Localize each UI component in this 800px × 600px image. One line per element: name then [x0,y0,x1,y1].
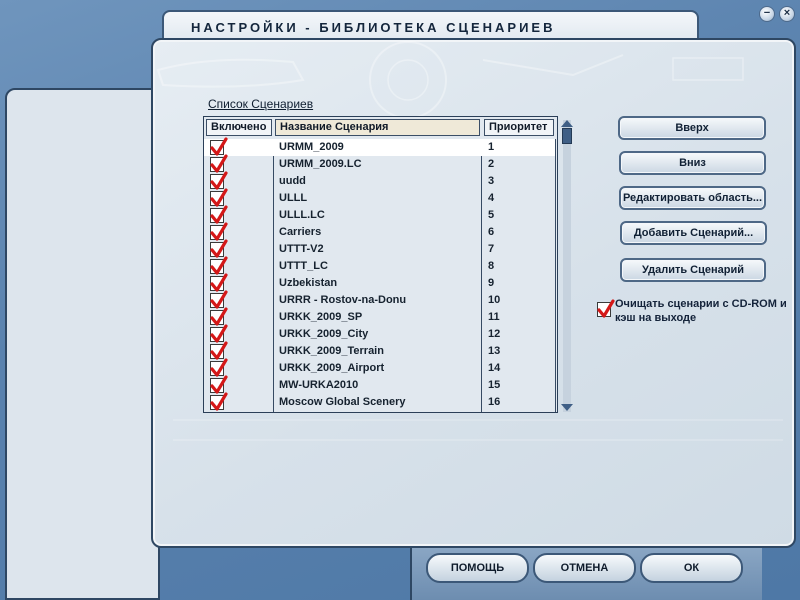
column-header-name[interactable]: Название Сценария [275,119,480,136]
list-body: URMM_2009 1 URMM_2009.LC 2 uudd 3 ULLL 4 ULLL.LC… [204,137,557,412]
scenery-enabled-checkbox[interactable] [210,375,228,394]
scenery-priority: 6 [488,226,495,238]
scenery-priority: 14 [488,362,501,374]
scenery-row[interactable]: UTTT_LC 8 [204,256,555,275]
scrollbar-thumb[interactable] [562,128,572,144]
scenery-priority: 12 [488,328,501,340]
scenery-priority: 1 [488,141,495,153]
scenery-enabled-checkbox[interactable] [210,256,228,275]
scenery-row[interactable]: MW-URKA2010 15 [204,375,555,394]
scenery-row[interactable]: Moscow Global Scenery 16 [204,392,555,411]
check-mark-icon [210,392,228,411]
clear-cdrom-label: Очищать сценарии с CD-ROM и кэш на выход… [615,298,787,324]
scenery-enabled-checkbox[interactable] [210,358,228,377]
column-header-priority[interactable]: Приоритет [484,119,554,136]
move-down-button[interactable]: Вниз [619,151,766,175]
scenery-priority: 4 [488,192,495,204]
scenery-list[interactable]: Включено Название Сценария Приоритет URM… [203,116,558,413]
scenery-row[interactable]: Carriers 6 [204,222,555,241]
window-title: НАСТРОЙКИ - БИБЛИОТЕКА СЦЕНАРИЕВ [191,20,556,35]
scroll-up-arrow-icon[interactable] [559,118,575,128]
scenery-row[interactable]: URRR - Rostov-na-Donu 10 [204,290,555,309]
scenery-name: ULLL [279,192,308,204]
scenery-name: URKK_2009_Terrain [279,345,384,357]
scenery-row[interactable]: URMM_2009.LC 2 [204,154,555,173]
scenery-name: MW-URKA2010 [279,379,359,391]
scenery-row[interactable]: URKK_2009_City 12 [204,324,555,343]
scenery-enabled-checkbox[interactable] [210,273,228,292]
scenery-priority: 2 [488,158,495,170]
scroll-down-arrow-icon[interactable] [559,403,575,413]
scenery-enabled-checkbox[interactable] [210,239,228,258]
list-header: Включено Название Сценария Приоритет [204,117,557,137]
edit-area-button[interactable]: Редактировать область... [619,186,766,210]
scenery-name: URMM_2009.LC [279,158,362,170]
scenery-name: Uzbekistan [279,277,338,289]
scenery-priority: 8 [488,260,495,272]
scenery-name: UTTT_LC [279,260,328,272]
scenery-priority: 3 [488,175,495,187]
minimize-button[interactable]: − [759,6,775,22]
main-panel: Список Сценариев Включено Название Сцена… [151,38,796,548]
scenery-name: UTTT-V2 [279,243,324,255]
scrollbar-track[interactable] [563,120,571,412]
scenery-priority: 9 [488,277,495,289]
column-divider [555,139,556,412]
scenery-name: URKK_2009_Airport [279,362,385,374]
move-up-button[interactable]: Вверх [618,116,766,140]
scenery-name: URRR - Rostov-na-Donu [279,294,407,306]
scenery-enabled-checkbox[interactable] [210,307,228,326]
scenery-row[interactable]: URMM_2009 1 [204,137,555,156]
delete-scenery-button[interactable]: Удалить Сценарий [620,258,766,282]
scenery-enabled-checkbox[interactable] [210,154,228,173]
scenery-priority: 15 [488,379,501,391]
check-mark-icon [597,299,615,318]
scenery-row[interactable]: URKK_2009_Terrain 13 [204,341,555,360]
scenery-row[interactable]: ULLL.LC 5 [204,205,555,224]
scenery-priority: 7 [488,243,495,255]
scenery-row[interactable]: Uzbekistan 9 [204,273,555,292]
scenery-row[interactable]: ULLL 4 [204,188,555,207]
scenery-name: Carriers [279,226,322,238]
scenery-priority: 5 [488,209,495,221]
scenery-name: URMM_2009 [279,141,344,153]
scenery-enabled-checkbox[interactable] [210,205,228,224]
scenery-name: ULLL.LC [279,209,325,221]
scenery-enabled-checkbox[interactable] [210,171,228,190]
column-header-enabled[interactable]: Включено [206,119,272,136]
scenery-enabled-checkbox[interactable] [210,137,228,156]
scenery-name: Moscow Global Scenery [279,396,406,408]
scenery-priority: 11 [488,311,500,323]
scenery-row[interactable]: uudd 3 [204,171,555,190]
scenery-priority: 10 [488,294,501,306]
scenery-name: URKK_2009_SP [279,311,363,323]
ok-button[interactable]: ОК [640,553,743,583]
scenery-enabled-checkbox[interactable] [210,222,228,241]
add-scenery-button[interactable]: Добавить Сценарий... [620,221,767,245]
close-button[interactable]: × [779,6,795,22]
scenery-row[interactable]: URKK_2009_Airport 14 [204,358,555,377]
scenery-priority: 16 [488,396,501,408]
left-panel [5,88,160,600]
scenery-enabled-checkbox[interactable] [210,290,228,309]
scenery-row[interactable]: URKK_2009_SP 11 [204,307,555,326]
scenery-enabled-checkbox[interactable] [210,188,228,207]
cancel-button[interactable]: ОТМЕНА [533,553,636,583]
scenery-enabled-checkbox[interactable] [210,392,228,411]
scenery-name: URKK_2009_City [279,328,369,340]
scenery-row[interactable]: UTTT-V2 7 [204,239,555,258]
scenery-priority: 13 [488,345,501,357]
scenery-name: uudd [279,175,306,187]
scenery-list-caption: Список Сценариев [208,97,314,111]
scenery-enabled-checkbox[interactable] [210,324,228,343]
help-button[interactable]: ПОМОЩЬ [426,553,529,583]
clear-cdrom-checkbox[interactable] [597,299,615,318]
scenery-enabled-checkbox[interactable] [210,341,228,360]
